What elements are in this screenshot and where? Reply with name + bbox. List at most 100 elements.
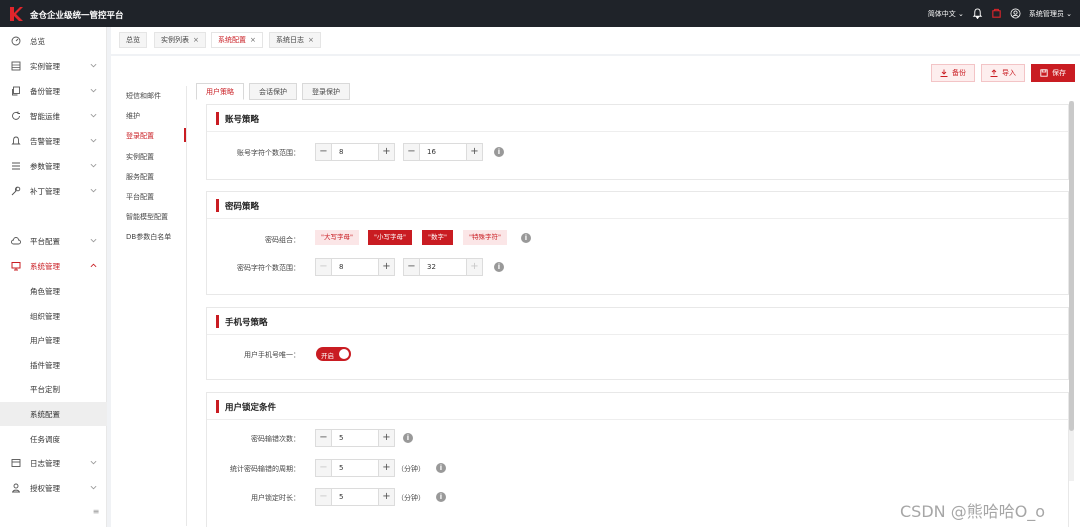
sidebar-item-patches[interactable]: 补丁管理 — [0, 179, 107, 203]
sidebar-subitem-system-config[interactable]: 系统配置 — [0, 402, 107, 426]
stepper-value[interactable]: 16 — [420, 144, 466, 160]
increment-button[interactable]: + — [466, 144, 482, 160]
sidebar-item-license[interactable]: 授权管理 — [0, 476, 107, 500]
tab-label: 系统日志 — [276, 36, 304, 44]
tab-session-protection[interactable]: 会话保护 — [249, 83, 297, 100]
user-menu[interactable]: 系统管理员 ⌄ — [1029, 9, 1072, 19]
tab-instance-list[interactable]: 实例列表 × — [154, 32, 206, 48]
sidebar-subitem-orgs[interactable]: 组织管理 — [0, 304, 107, 328]
sidebar-item-overview[interactable]: 总览 — [0, 29, 107, 53]
stepper-value[interactable]: 5 — [332, 430, 378, 446]
collapse-sidebar-button[interactable]: ≡ — [90, 506, 102, 518]
tab-user-policy[interactable]: 用户策略 — [196, 83, 244, 100]
decrement-button[interactable]: − — [316, 489, 332, 505]
sidebar-subitem-scheduler[interactable]: 任务调度 — [0, 427, 107, 451]
sidebar-item-smart-ops[interactable]: 智能运维 — [0, 104, 107, 128]
bell-icon — [11, 136, 21, 145]
close-icon[interactable]: × — [308, 36, 314, 44]
phone-unique-toggle[interactable]: 开启 — [316, 347, 351, 361]
sidebar-item-system[interactable]: 系统管理 — [0, 254, 107, 278]
combo-uppercase-chip[interactable]: "大写字母" — [315, 230, 359, 245]
sidebar-item-params[interactable]: 参数管理 — [0, 154, 107, 178]
combo-special-chip[interactable]: "特殊字符" — [463, 230, 507, 245]
password-min-stepper[interactable]: −8 + — [315, 258, 395, 276]
sidebar-item-logs[interactable]: 日志管理 — [0, 451, 107, 475]
info-icon[interactable]: i — [521, 233, 531, 243]
chevron-down-icon — [90, 63, 97, 68]
stepper-value[interactable]: 8 — [332, 259, 378, 275]
info-icon[interactable]: i — [436, 492, 446, 502]
lock-attempts-stepper[interactable]: −5 + — [315, 429, 395, 447]
info-icon[interactable]: i — [436, 463, 446, 473]
language-select[interactable]: 简体中文 ⌄ — [928, 9, 964, 19]
account-max-stepper[interactable]: −16 + — [403, 143, 483, 161]
user-key-icon — [12, 483, 20, 493]
lock-period-stepper[interactable]: −5 + — [315, 459, 395, 477]
password-max-stepper[interactable]: −32 + — [403, 258, 483, 276]
content-scrollbar[interactable] — [1069, 101, 1074, 481]
user-icon — [1010, 8, 1021, 19]
scrollbar-thumb[interactable] — [1069, 101, 1074, 431]
sidebar-subitem-plugins[interactable]: 插件管理 — [0, 353, 107, 377]
category-service-config[interactable]: 服务配置 — [126, 172, 154, 182]
import-label: 导入 — [1002, 69, 1016, 77]
increment-button[interactable]: + — [378, 460, 394, 476]
info-icon[interactable]: i — [403, 433, 413, 443]
stepper-value[interactable]: 32 — [420, 259, 466, 275]
sidebar-item-instances[interactable]: 实例管理 — [0, 54, 107, 78]
sidebar-item-label: 用户管理 — [30, 336, 60, 345]
stepper-value[interactable]: 8 — [332, 144, 378, 160]
decrement-button[interactable]: − — [316, 144, 332, 160]
category-platform-config[interactable]: 平台配置 — [126, 192, 154, 202]
tab-login-protection[interactable]: 登录保护 — [302, 83, 350, 100]
close-icon[interactable]: × — [193, 36, 199, 44]
tab-overview[interactable]: 总览 — [119, 32, 147, 48]
import-button[interactable]: 导入 — [981, 64, 1025, 82]
category-maintenance[interactable]: 维护 — [126, 111, 140, 121]
sidebar-item-platform-config[interactable]: 平台配置 — [0, 229, 107, 253]
sidebar-subitem-customize[interactable]: 平台定制 — [0, 377, 107, 401]
category-db-param-whitelist[interactable]: DB参数白名单 — [126, 232, 171, 242]
sidebar-item-backup[interactable]: 备份管理 — [0, 79, 107, 103]
sidebar-subitem-roles[interactable]: 角色管理 — [0, 279, 107, 303]
card-header: 账号策略 — [207, 105, 1068, 132]
increment-button[interactable]: + — [378, 144, 394, 160]
sidebar-item-alerts[interactable]: 告警管理 — [0, 129, 107, 153]
category-instance-config[interactable]: 实例配置 — [126, 152, 154, 162]
increment-button[interactable]: + — [466, 259, 482, 275]
decrement-button[interactable]: − — [316, 259, 332, 275]
backup-button[interactable]: 备份 — [931, 64, 975, 82]
copy-icon — [12, 86, 20, 96]
combo-digit-chip[interactable]: "数字" — [422, 230, 453, 245]
increment-button[interactable]: + — [378, 259, 394, 275]
info-icon[interactable]: i — [494, 147, 504, 157]
account-min-stepper[interactable]: −8 + — [315, 143, 395, 161]
category-ai-model-config[interactable]: 智能模型配置 — [126, 212, 168, 222]
lock-duration-stepper[interactable]: −5 + — [315, 488, 395, 506]
combo-lowercase-chip[interactable]: "小写字母" — [368, 230, 412, 245]
main-panel: 备份 导入 保存 短信和邮件 维护 登录配置 实例配置 服务配置 平台配置 智能… — [111, 56, 1080, 527]
tab-system-config[interactable]: 系统配置 × — [211, 32, 263, 48]
section-marker — [216, 199, 219, 212]
download-icon — [940, 69, 948, 77]
increment-button[interactable]: + — [378, 430, 394, 446]
section-title: 账号策略 — [225, 115, 260, 125]
page-tabs-bar: 总览 实例列表 × 系统配置 × 系统日志 × — [111, 27, 1080, 54]
stepper-value[interactable]: 5 — [332, 460, 378, 476]
increment-button[interactable]: + — [378, 489, 394, 505]
category-login-config[interactable]: 登录配置 — [126, 131, 154, 141]
decrement-button[interactable]: − — [316, 430, 332, 446]
sidebar-subitem-users[interactable]: 用户管理 — [0, 328, 107, 352]
decrement-button[interactable]: − — [316, 460, 332, 476]
toggle-label: 开启 — [321, 352, 334, 360]
category-sms-email[interactable]: 短信和邮件 — [126, 91, 161, 101]
save-button[interactable]: 保存 — [1031, 64, 1075, 82]
shop-icon[interactable] — [991, 8, 1002, 19]
tab-system-log[interactable]: 系统日志 × — [269, 32, 321, 48]
info-icon[interactable]: i — [494, 262, 504, 272]
decrement-button[interactable]: − — [404, 144, 420, 160]
bell-icon[interactable] — [972, 8, 983, 19]
stepper-value[interactable]: 5 — [332, 489, 378, 505]
decrement-button[interactable]: − — [404, 259, 420, 275]
close-icon[interactable]: × — [250, 36, 256, 44]
